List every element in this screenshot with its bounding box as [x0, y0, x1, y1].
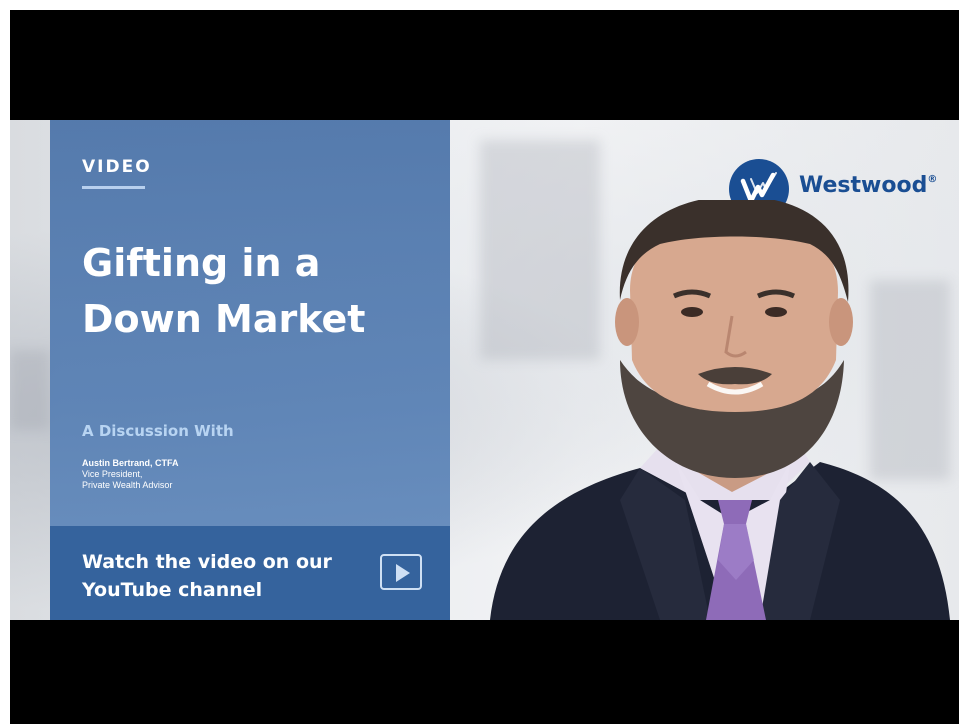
- info-panel: VIDEO Gifting in a Down Market A Discuss…: [50, 120, 450, 620]
- brand-name: Westwood: [799, 173, 928, 198]
- youtube-cta-line-1[interactable]: Watch the video on our: [82, 548, 362, 576]
- westwood-wordmark: Westwood®: [799, 173, 937, 198]
- video-thumbnail[interactable]: VIDEO Gifting in a Down Market A Discuss…: [10, 120, 959, 620]
- youtube-cta-line-2[interactable]: YouTube channel: [82, 576, 362, 604]
- youtube-cta-bar[interactable]: Watch the video on our YouTube channel: [50, 526, 450, 620]
- speaker-title-line-2: Private Wealth Advisor: [82, 480, 173, 490]
- speaker-portrait: [470, 196, 950, 620]
- play-icon[interactable]: [380, 554, 422, 590]
- registered-mark: ®: [927, 174, 938, 185]
- content-type-label: VIDEO: [82, 157, 152, 177]
- speaker-info: Austin Bertrand, CTFA Vice President, Pr…: [82, 458, 179, 491]
- speaker-title-line-1: Vice President,: [82, 469, 143, 479]
- youtube-cta-text[interactable]: Watch the video on our YouTube channel: [82, 548, 362, 604]
- video-title-line-1: Gifting in a: [82, 241, 321, 285]
- video-title: Gifting in a Down Market: [82, 235, 442, 347]
- video-thumbnail-frame[interactable]: VIDEO Gifting in a Down Market A Discuss…: [10, 10, 959, 724]
- label-underline: [82, 186, 145, 189]
- speaker-name: Austin Bertrand, CTFA: [82, 458, 179, 468]
- video-title-line-2: Down Market: [82, 297, 366, 341]
- discussion-label: A Discussion With: [82, 422, 234, 440]
- background-shape: [10, 350, 50, 430]
